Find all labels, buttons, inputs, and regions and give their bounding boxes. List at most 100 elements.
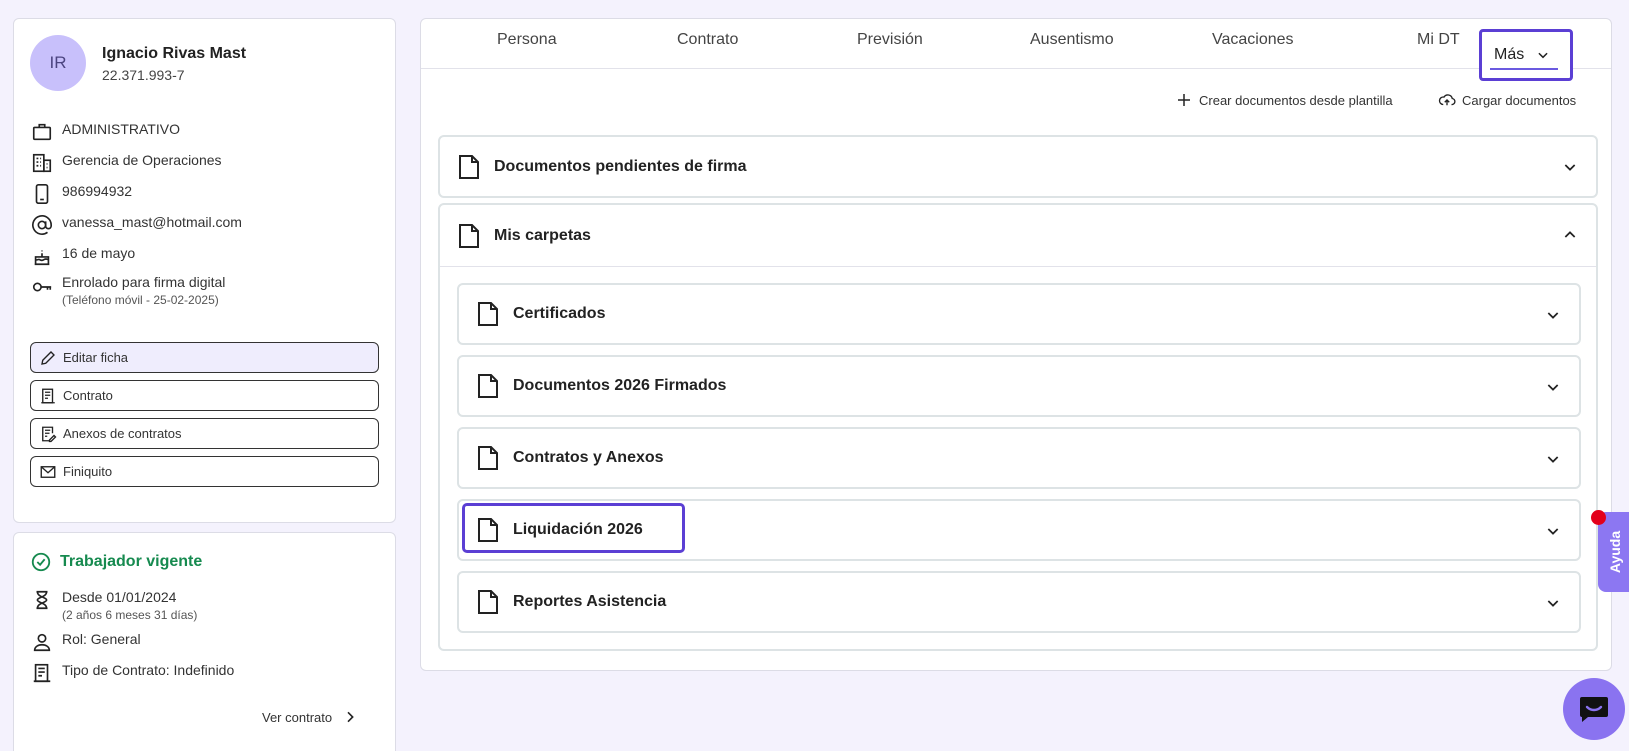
status-title-text: Trabajador vigente (60, 553, 203, 570)
upload-documents-label: Cargar documentos (1462, 92, 1577, 108)
tab-bar: Persona Contrato Previsión Ausentismo Va… (421, 19, 1611, 69)
contract-type-icon (30, 662, 54, 684)
document-icon (478, 302, 498, 326)
chevron-down-icon (1564, 164, 1576, 171)
document-icon (459, 223, 479, 248)
role-text: Rol: General (62, 631, 141, 647)
chevron-down-icon (1538, 52, 1548, 59)
tab-vacaciones[interactable]: Vacaciones (1212, 31, 1294, 49)
document-icon (478, 374, 498, 398)
folder-title: Liquidación 2026 (513, 521, 643, 538)
help-tab-label: Ayuda (1607, 530, 1623, 574)
tab-contrato[interactable]: Contrato (677, 31, 738, 49)
profile-card: IR Ignacio Rivas Mast 22.371.993-7 ADMIN… (13, 18, 396, 523)
briefcase-icon (30, 121, 54, 143)
notification-dot (1591, 510, 1606, 525)
contract-button[interactable]: Contrato (30, 380, 379, 411)
since-detail: (2 años 6 meses 31 días) (62, 608, 198, 622)
my-folders-header[interactable]: Mis carpetas (440, 205, 1596, 267)
create-from-template-button[interactable]: Crear documentos desde plantilla (1175, 91, 1393, 109)
chevron-down-icon (1547, 456, 1559, 463)
birthday-row: 16 de mayo (30, 245, 135, 267)
tab-persona[interactable]: Persona (497, 31, 557, 49)
signature-detail: (Teléfono móvil - 25-02-2025) (62, 293, 219, 307)
folder-title: Documentos 2026 Firmados (513, 377, 727, 394)
document-icon (478, 590, 498, 614)
since-text: Desde 01/01/2024 (62, 589, 177, 605)
annexes-label: Anexos de contratos (63, 426, 182, 441)
document-icon (478, 518, 498, 542)
envelope-icon (40, 465, 56, 478)
pending-signature-title: Documentos pendientes de firma (494, 158, 747, 175)
status-card: Trabajador vigente Desde 01/01/2024 (2 a… (13, 532, 396, 751)
email-text: vanessa_mast@hotmail.com (62, 214, 242, 230)
tab-mi-dt[interactable]: Mi DT (1417, 31, 1460, 49)
tab-ausentismo[interactable]: Ausentismo (1030, 31, 1114, 49)
help-tab[interactable]: Ayuda (1598, 512, 1629, 592)
hourglass-icon (30, 589, 54, 611)
view-contract-label: Ver contrato (262, 709, 333, 725)
person-icon (30, 631, 54, 653)
phone-text: 986994932 (62, 183, 133, 199)
contract-type-row: Tipo de Contrato: Indefinido (30, 662, 234, 684)
chevron-down-icon (1547, 312, 1559, 319)
cloud-upload-icon (1438, 94, 1456, 106)
since-row: Desde 01/01/2024 (2 años 6 meses 31 días… (30, 589, 197, 622)
chevron-down-icon (1547, 600, 1559, 607)
key-icon (30, 276, 54, 298)
folder-certificados[interactable]: Certificados (457, 283, 1581, 345)
chevron-up-icon (1564, 231, 1576, 238)
phone-row: 986994932 (30, 183, 132, 205)
chat-bubble-icon (1580, 697, 1608, 722)
settlement-label: Finiquito (63, 464, 113, 479)
chevron-down-icon (1547, 384, 1559, 391)
signature-text: Enrolado para firma digital (62, 274, 226, 290)
settlement-button[interactable]: Finiquito (30, 456, 379, 487)
folder-documentos-2026-firmados[interactable]: Documentos 2026 Firmados (457, 355, 1581, 417)
document-edit-icon (42, 426, 57, 442)
my-folders-title: Mis carpetas (494, 226, 591, 244)
chevron-right-icon (347, 711, 354, 723)
folder-reportes-asistencia[interactable]: Reportes Asistencia (457, 571, 1581, 633)
chat-button[interactable] (1563, 678, 1625, 740)
upload-documents-button[interactable]: Cargar documentos (1438, 91, 1576, 109)
folder-title: Contratos y Anexos (513, 449, 664, 466)
tab-prevision[interactable]: Previsión (857, 31, 923, 49)
document-icon (478, 446, 498, 470)
employee-rut: 22.371.993-7 (102, 67, 185, 83)
signature-row: Enrolado para firma digital (Teléfono mó… (30, 274, 225, 307)
tab-active-underline (1490, 68, 1558, 70)
avatar: IR (30, 35, 86, 91)
tab-more-dropdown[interactable]: Más (1479, 29, 1573, 81)
cake-icon (30, 245, 54, 267)
chevron-down-icon (1547, 528, 1559, 535)
contract-icon (41, 388, 55, 403)
contract-label: Contrato (63, 388, 113, 403)
building-icon (30, 152, 54, 174)
pending-signature-accordion: Documentos pendientes de firma (438, 135, 1598, 198)
my-folders-accordion: Mis carpetas Certificados Documentos 202… (438, 203, 1598, 651)
create-from-template-label: Crear documentos desde plantilla (1199, 92, 1393, 108)
employee-name: Ignacio Rivas Mast (102, 45, 247, 62)
position-row: ADMINISTRATIVO (30, 121, 180, 143)
role-row: Rol: General (30, 631, 141, 653)
department-text: Gerencia de Operaciones (62, 152, 222, 168)
position-text: ADMINISTRATIVO (62, 121, 180, 137)
status-title: Trabajador vigente (30, 551, 202, 573)
view-contract-link[interactable]: Ver contrato (262, 709, 358, 725)
folder-contratos-y-anexos[interactable]: Contratos y Anexos (457, 427, 1581, 489)
folder-title: Reportes Asistencia (513, 593, 667, 610)
pending-signature-header[interactable]: Documentos pendientes de firma (440, 137, 1596, 197)
document-icon (459, 155, 479, 179)
edit-profile-button[interactable]: Editar ficha (30, 342, 379, 373)
plus-icon (1178, 94, 1190, 106)
birthday-text: 16 de mayo (62, 245, 136, 261)
contract-type-text: Tipo de Contrato: Indefinido (62, 662, 235, 678)
department-row: Gerencia de Operaciones (30, 152, 222, 174)
pencil-icon (41, 350, 55, 365)
folder-liquidacion-2026[interactable]: Liquidación 2026 (457, 499, 1581, 561)
edit-profile-label: Editar ficha (63, 350, 129, 365)
tab-more-label: Más (1494, 46, 1525, 63)
annexes-button[interactable]: Anexos de contratos (30, 418, 379, 449)
main-card: Persona Contrato Previsión Ausentismo Va… (420, 18, 1612, 671)
